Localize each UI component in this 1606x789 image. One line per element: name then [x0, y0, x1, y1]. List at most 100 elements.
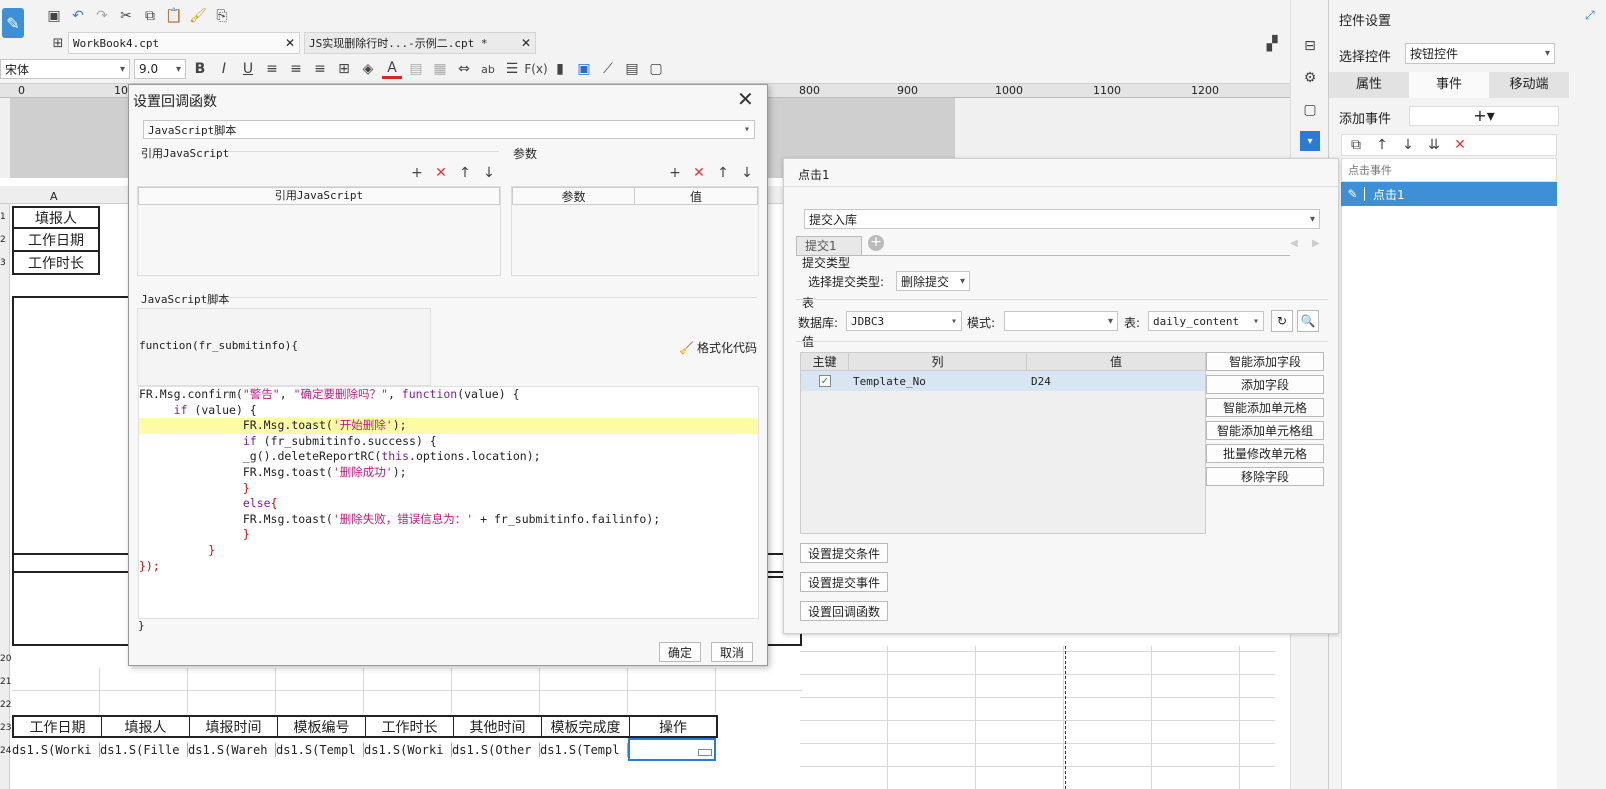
delete-icon[interactable]: ✕	[1450, 135, 1470, 155]
smart-add-cell-group-button[interactable]: 智能添加单元格组	[1206, 421, 1324, 440]
close-icon[interactable]: ✕	[521, 36, 535, 50]
pin-icon[interactable]: ⤢	[1585, 8, 1595, 23]
big-merged-block[interactable]	[12, 296, 132, 646]
code-line[interactable]: if (value) {	[139, 403, 660, 419]
dialog-close-icon[interactable]: ✕	[737, 87, 754, 111]
slash-icon[interactable]: ⟋	[598, 59, 618, 79]
code-line[interactable]: if (fr_submitinfo.success) {	[139, 434, 660, 450]
align-right-icon[interactable]: ≡	[310, 59, 330, 79]
arrow-up-icon[interactable]: ↑	[1372, 135, 1392, 155]
add-icon[interactable]: +	[407, 163, 427, 183]
code-line[interactable]: FR.Msg.toast('开始删除');	[139, 418, 660, 434]
arrow-down-icon[interactable]: ↓	[1398, 135, 1418, 155]
subreport-icon[interactable]: ▤	[622, 59, 642, 79]
widget-type-select[interactable]: 按钮控件 ▾	[1405, 43, 1555, 64]
data-cell[interactable]: ds1.S(Fille	[100, 742, 188, 757]
tab-workbook4[interactable]: WorkBook4.cpt ✕	[68, 32, 300, 54]
preview-table-button[interactable]: 🔍	[1297, 310, 1319, 332]
submit-type-select[interactable]: 删除提交 ▾	[896, 271, 970, 291]
delete-icon[interactable]: ✕	[689, 163, 709, 183]
code-line[interactable]: });	[139, 559, 660, 575]
tab-events[interactable]: 事件	[1409, 72, 1489, 98]
table-select[interactable]: daily_content ▾	[1148, 311, 1264, 331]
float-element-icon[interactable]: ▢	[1300, 100, 1320, 120]
arrow-up-icon[interactable]: ↑	[713, 163, 733, 183]
chart-icon[interactable]: ▮	[550, 59, 570, 79]
copy-icon[interactable]: ⧉	[140, 6, 160, 26]
format-code-button[interactable]: 🧹 格式化代码	[679, 339, 757, 356]
code-line[interactable]: _g().deleteReportRC(this.options.locatio…	[139, 449, 660, 465]
tab-prev-icon[interactable]: ◀	[1290, 238, 1298, 249]
code-line[interactable]: FR.Msg.toast('删除失败，错误信息为：' + fr_submitin…	[139, 512, 660, 528]
cell-element-icon[interactable]: ⊟	[1300, 36, 1320, 56]
formula-icon[interactable]: F(x)	[524, 59, 547, 79]
bold-icon[interactable]: B	[190, 59, 210, 79]
fill-color-icon[interactable]: ◈	[358, 59, 378, 79]
smart-add-cell-button[interactable]: 智能添加单元格	[1206, 398, 1324, 417]
add-event-button[interactable]: +▾	[1409, 106, 1559, 126]
primary-key-checkbox[interactable]: ✓	[819, 375, 831, 387]
merge-icon[interactable]: ▤	[406, 59, 426, 79]
close-icon[interactable]: ✕	[285, 36, 299, 50]
grid-column-name[interactable]: Template_No	[849, 375, 1027, 388]
data-cell[interactable]: ds1.S(Worki	[364, 742, 452, 757]
code-line[interactable]: else{	[139, 496, 660, 512]
code-line[interactable]: }	[139, 527, 660, 543]
undo-icon[interactable]: ↶	[68, 6, 88, 26]
code-line[interactable]: FR.Msg.toast('删除成功');	[139, 465, 660, 481]
header-cell[interactable]: 模板编号	[278, 716, 366, 737]
event-item-selected[interactable]: ✎ 点击1	[1341, 182, 1557, 206]
column-a-header[interactable]: A	[50, 190, 58, 203]
app-logo-icon[interactable]: ✎	[2, 8, 24, 38]
frame-icon[interactable]: ▢	[646, 59, 666, 79]
cell-filler-label[interactable]: 填报人	[12, 206, 100, 229]
link-icon[interactable]: ⇔	[454, 59, 474, 79]
data-cell[interactable]: ds1.S(Templ	[276, 742, 364, 757]
font-name-select[interactable]: 宋体 ▾	[0, 59, 130, 79]
selected-button-cell[interactable]	[628, 738, 716, 761]
widget-settings-icon[interactable]: ▾	[1300, 131, 1320, 151]
cell-date-label[interactable]: 工作日期	[12, 229, 100, 252]
script-type-select[interactable]: JavaScript脚本 ▾	[143, 120, 755, 139]
arrow-down-icon[interactable]: ↓	[737, 163, 757, 183]
data-cell[interactable]: ds1.S(Other	[452, 742, 540, 757]
ok-button[interactable]: 确定	[659, 642, 701, 662]
set-submit-condition-button[interactable]: 设置提交条件	[800, 543, 888, 563]
code-line[interactable]: FR.Msg.confirm("警告", "确定要删除吗？", function…	[139, 387, 660, 403]
cell-attr-icon[interactable]: ⚙	[1300, 68, 1320, 88]
italic-icon[interactable]: I	[214, 59, 234, 79]
remove-field-button[interactable]: 移除字段	[1206, 467, 1324, 486]
arrow-up-icon[interactable]: ↑	[455, 163, 475, 183]
add-icon[interactable]: +	[665, 163, 685, 183]
add-field-button[interactable]: 添加字段	[1206, 375, 1324, 394]
image-icon[interactable]: ▣	[574, 59, 594, 79]
header-cell[interactable]: 工作时长	[366, 716, 454, 737]
split-icon[interactable]: ▦	[430, 59, 450, 79]
data-cell[interactable]: ds1.S(Templ	[540, 742, 628, 757]
set-callback-button[interactable]: 设置回调函数	[800, 601, 888, 621]
cell-duration-label[interactable]: 工作时长	[12, 252, 100, 275]
font-color-icon[interactable]: A	[382, 59, 402, 79]
header-cell[interactable]: 填报人	[102, 716, 190, 737]
database-select[interactable]: JDBC3 ▾	[846, 311, 962, 331]
cancel-button[interactable]: 取消	[711, 642, 753, 662]
add-tab-icon[interactable]: +	[868, 235, 884, 251]
preview-icon[interactable]: ⎘	[212, 6, 232, 26]
set-submit-event-button[interactable]: 设置提交事件	[800, 572, 888, 592]
delete-icon[interactable]: ✕	[431, 163, 451, 183]
schema-select[interactable]: ▾	[1004, 311, 1118, 331]
grid-column-value[interactable]: D24	[1027, 375, 1205, 388]
copy-icon[interactable]: ⧉	[1346, 135, 1366, 155]
tab-attributes[interactable]: 属性	[1329, 72, 1409, 98]
paste-icon[interactable]: 📋	[164, 6, 184, 26]
code-editor[interactable]: FR.Msg.confirm("警告", "确定要删除吗？", function…	[138, 386, 759, 619]
text-icon[interactable]: ab	[478, 59, 498, 79]
data-cell[interactable]: ds1.S(Worki	[12, 742, 100, 757]
save-icon[interactable]: ▣	[44, 6, 64, 26]
border-icon[interactable]: ⊞	[334, 59, 354, 79]
data-cell[interactable]: ds1.S(Wareh	[188, 742, 276, 757]
refresh-button[interactable]: ↻	[1271, 310, 1293, 332]
tab-mobile[interactable]: 移动端	[1489, 72, 1569, 98]
smart-add-field-button[interactable]: 智能添加字段	[1206, 352, 1324, 371]
edit-icon[interactable]: ✎	[1341, 187, 1365, 201]
